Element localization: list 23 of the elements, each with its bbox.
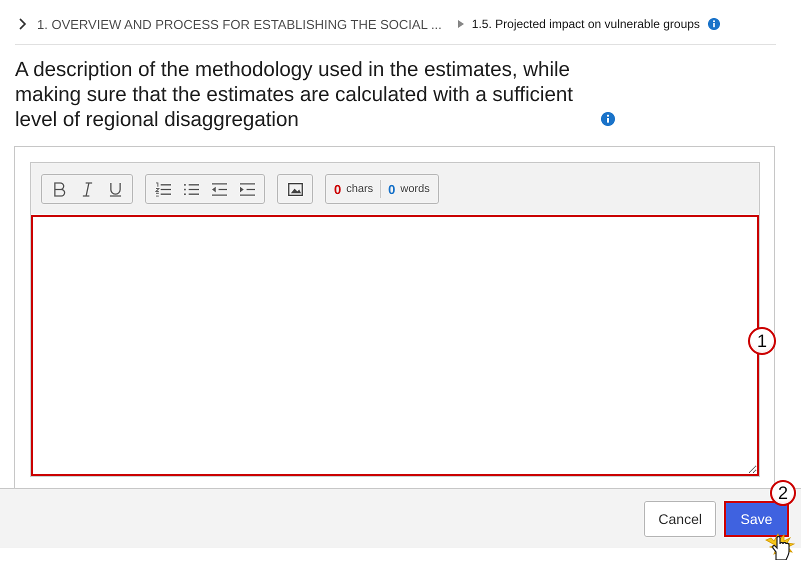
- info-icon: [708, 18, 720, 30]
- words-label: words: [400, 183, 430, 195]
- numbered-list-icon: [154, 182, 172, 196]
- callout-badge: 2: [770, 480, 796, 506]
- bullet-list-icon: [182, 182, 200, 196]
- word-count: 0: [388, 182, 396, 196]
- text-area[interactable]: [31, 215, 759, 476]
- underline-icon: [108, 182, 122, 196]
- chars-label: chars: [346, 183, 374, 195]
- image-icon: [288, 182, 302, 196]
- italic-icon: [80, 182, 94, 196]
- info-icon: [601, 112, 615, 126]
- outdent-icon: [210, 182, 228, 196]
- bold-icon: [52, 182, 66, 196]
- cancel-button[interactable]: Cancel: [644, 500, 716, 536]
- current-crumb: 1.5. Projected impact on vulnerable groups: [472, 17, 700, 31]
- crumb-link[interactable]: 1. OVERVIEW AND PROCESS FOR ESTABLISHING THE SOCIAL ...: [37, 16, 442, 32]
- question-text: A description of the methodology used in the estimates, while making sure that the estimates are calculated with a sufficient level of regional disaggregation: [15, 57, 574, 132]
- triangle-icon: [458, 20, 464, 28]
- indent-icon: [238, 182, 256, 196]
- save-button[interactable]: Save: [724, 500, 789, 536]
- chevron-icon[interactable]: [19, 18, 27, 30]
- char-count: 0: [334, 182, 342, 196]
